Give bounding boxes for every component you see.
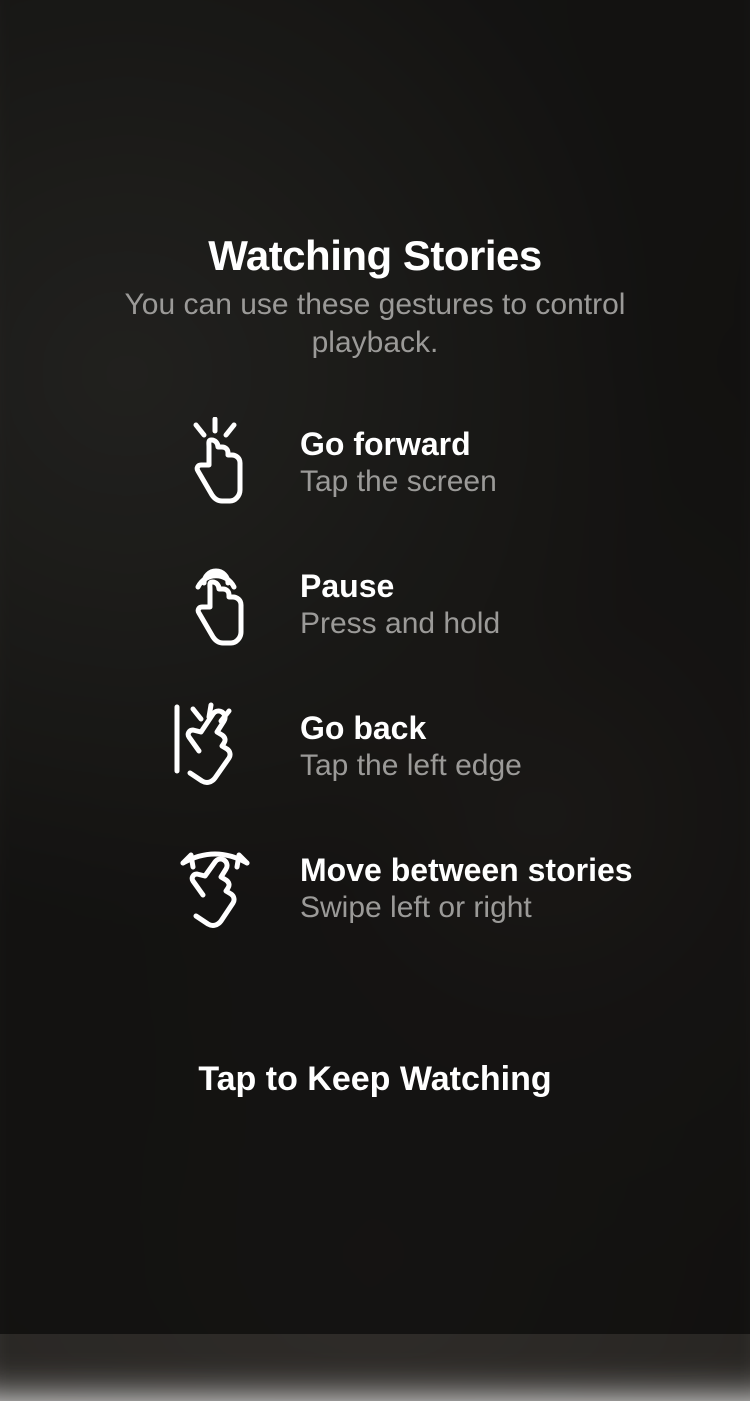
gesture-item-desc: Tap the left edge	[300, 749, 522, 783]
gesture-list: Go forward Tap the screen Pause Press an…	[0, 415, 750, 983]
tap-icon	[168, 415, 262, 509]
gesture-item-text: Pause Press and hold	[300, 568, 500, 641]
tap-edge-icon	[168, 699, 262, 793]
gesture-item-go-back: Go back Tap the left edge	[168, 699, 690, 793]
gesture-item-pause: Pause Press and hold	[168, 557, 690, 651]
gesture-item-desc: Press and hold	[300, 607, 500, 641]
press-hold-icon	[168, 557, 262, 651]
keep-watching-button[interactable]: Tap to Keep Watching	[0, 1060, 750, 1099]
gesture-item-title: Go forward	[300, 426, 497, 463]
gesture-item-title: Go back	[300, 710, 522, 747]
gesture-item-move-between: Move between stories Swipe left or right	[168, 841, 690, 935]
swipe-icon	[168, 841, 262, 935]
gesture-item-text: Go forward Tap the screen	[300, 426, 497, 499]
gesture-item-text: Go back Tap the left edge	[300, 710, 522, 783]
tutorial-subtitle: You can use these gestures to control pl…	[60, 286, 690, 361]
gesture-item-desc: Swipe left or right	[300, 891, 633, 925]
gesture-item-go-forward: Go forward Tap the screen	[168, 415, 690, 509]
header: Watching Stories You can use these gestu…	[0, 232, 750, 361]
gesture-tutorial-overlay[interactable]: Watching Stories You can use these gestu…	[0, 0, 750, 1334]
gesture-item-title: Pause	[300, 568, 500, 605]
gesture-item-text: Move between stories Swipe left or right	[300, 852, 633, 925]
gesture-item-desc: Tap the screen	[300, 465, 497, 499]
gesture-item-title: Move between stories	[300, 852, 633, 889]
tutorial-title: Watching Stories	[60, 232, 690, 280]
